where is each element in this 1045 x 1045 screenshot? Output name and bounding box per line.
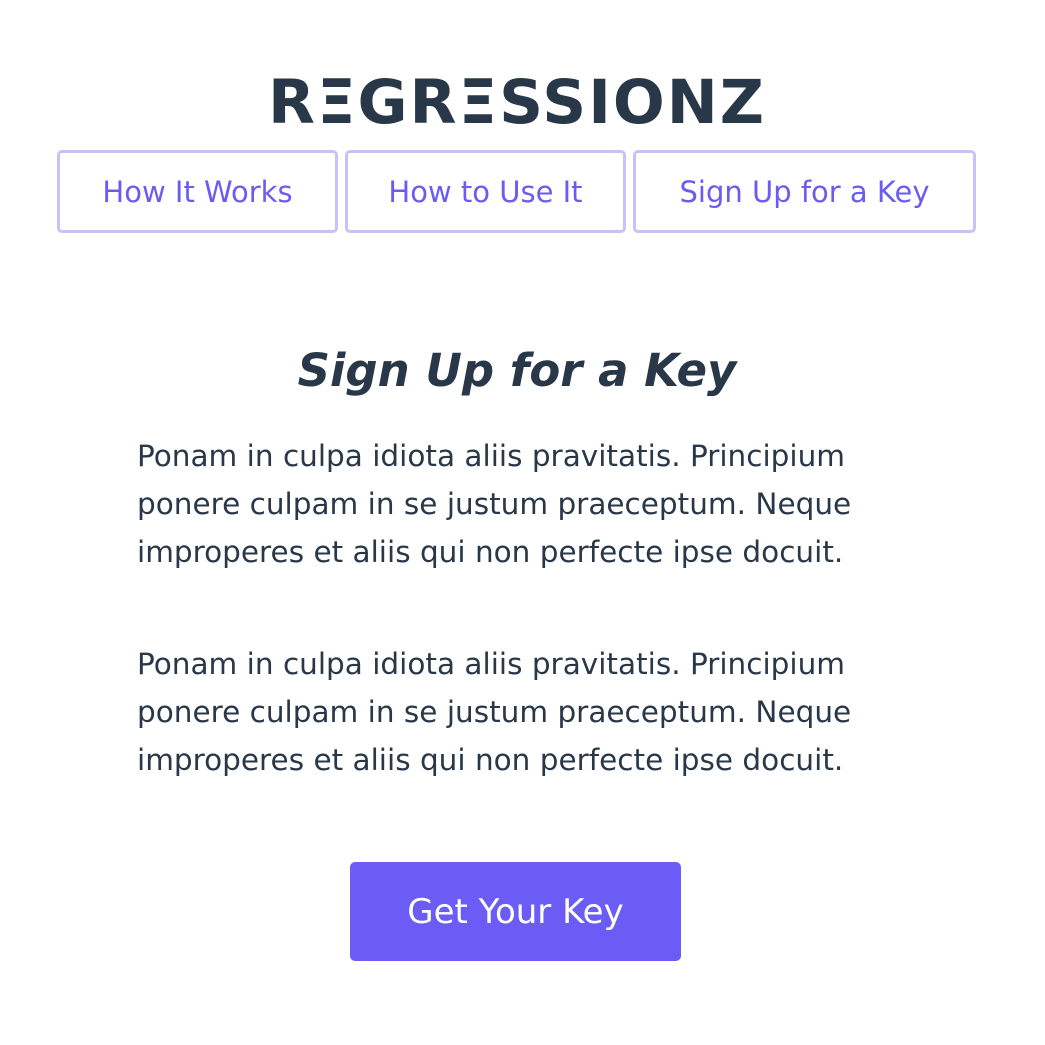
body-paragraph: Ponam in culpa idiota aliis pravitatis. … (137, 439, 852, 569)
page-title: Sign Up for a Key (297, 344, 737, 398)
page: RΞGRΞSSIONZ How It Works How to Use It S… (0, 0, 1045, 1045)
site-logo[interactable]: RΞGRΞSSIONZ (0, 66, 1034, 140)
get-your-key-button[interactable]: Get Your Key (350, 862, 681, 961)
nav-how-to-use-it-button[interactable]: How to Use It (345, 150, 626, 233)
nav-sign-up-button[interactable]: Sign Up for a Key (633, 150, 976, 233)
nav-how-it-works-button[interactable]: How It Works (57, 150, 338, 233)
body-paragraph: Ponam in culpa idiota aliis pravitatis. … (137, 647, 852, 777)
